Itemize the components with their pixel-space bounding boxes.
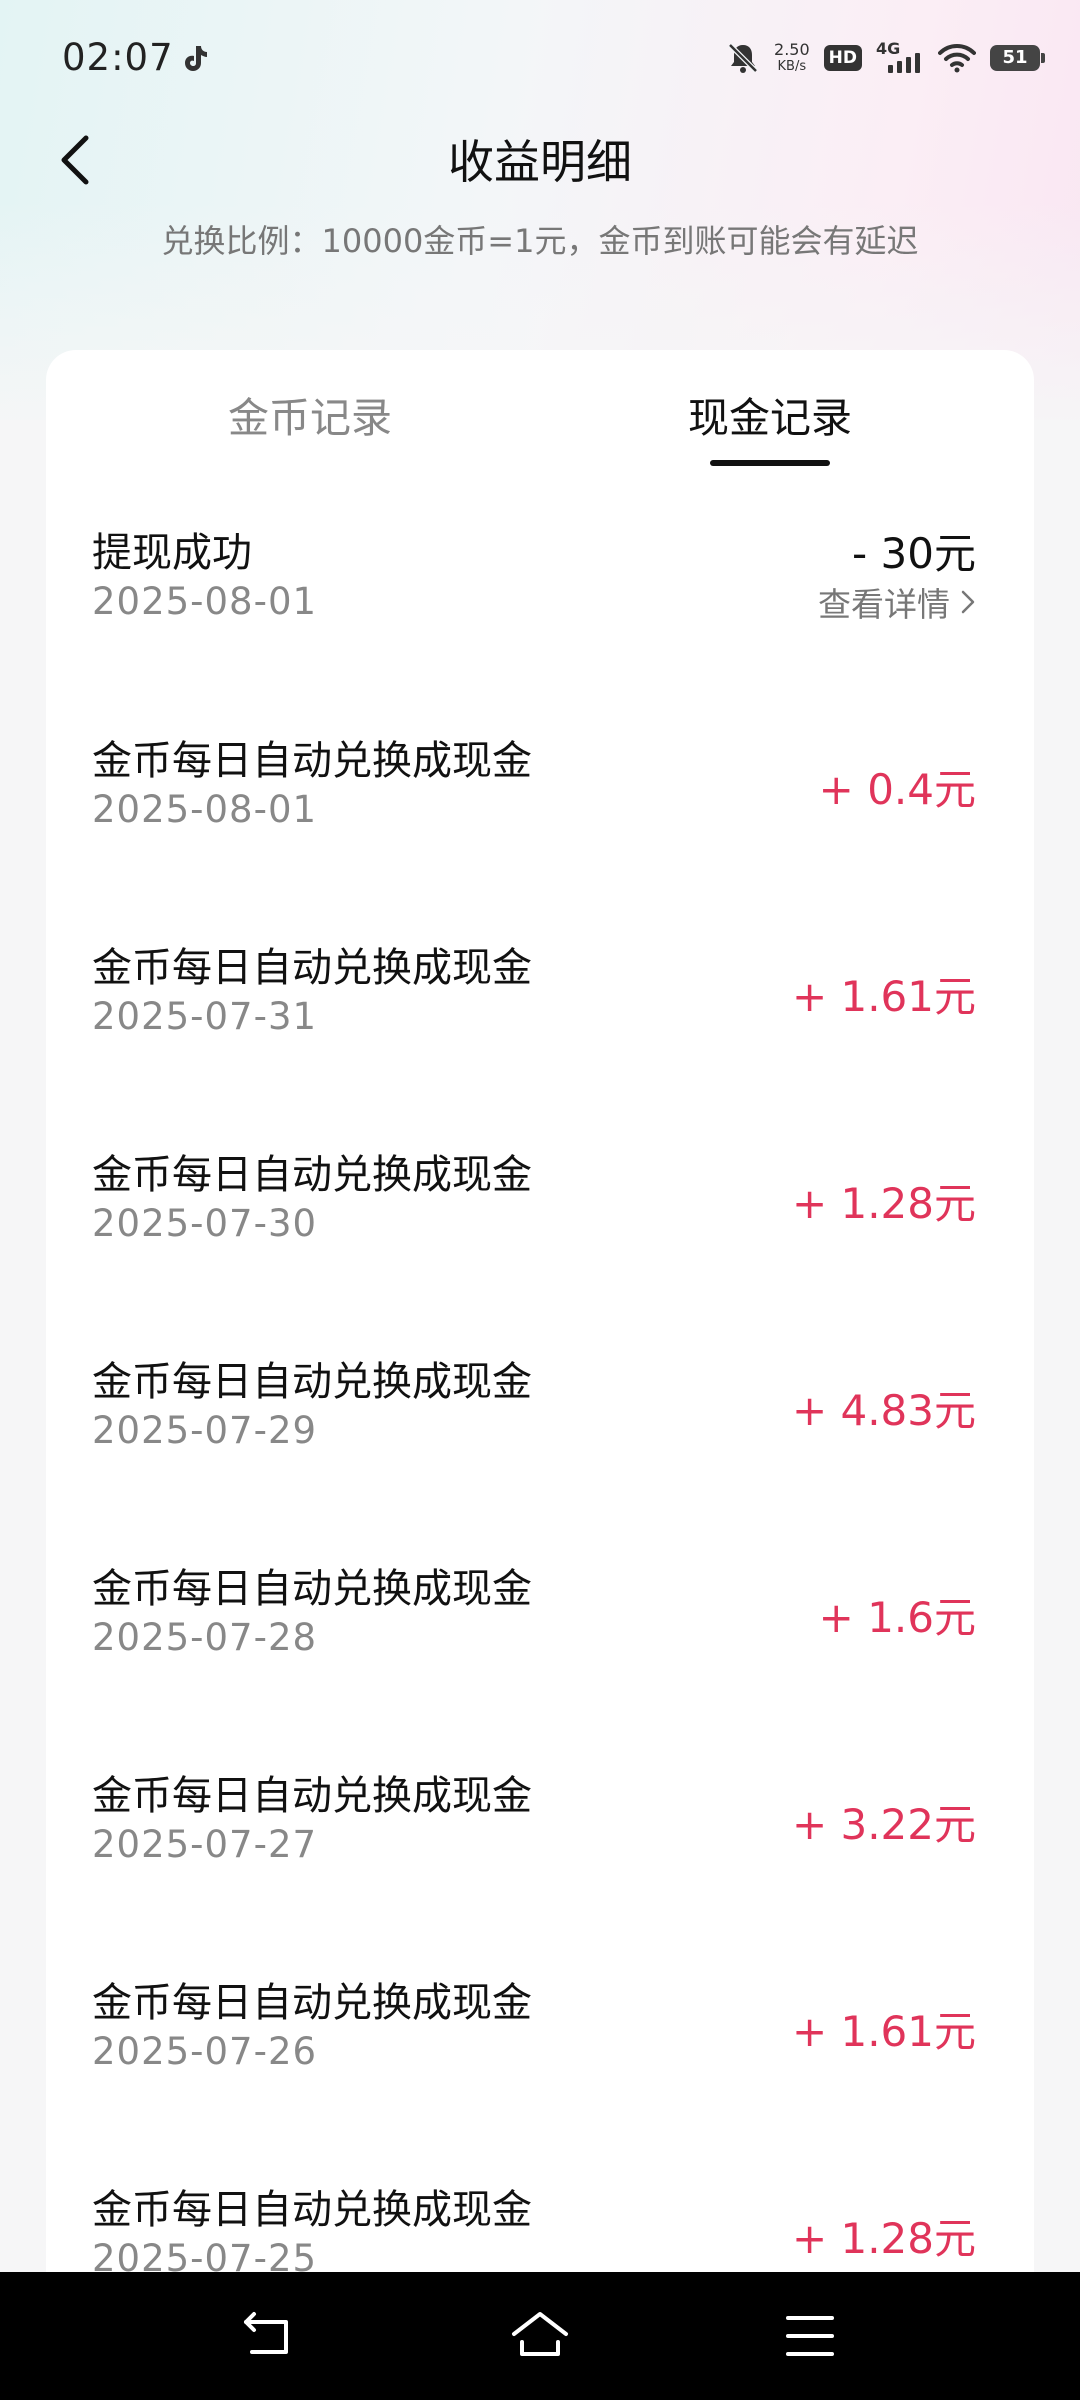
record-amount: + 1.61元 bbox=[791, 2007, 976, 2056]
record-amount: + 0.4元 bbox=[818, 765, 976, 814]
record-date: 2025-07-27 bbox=[92, 1823, 318, 1866]
system-navigation-bar bbox=[0, 2272, 1080, 2400]
list-item: 金币每日自动兑换成现金 2025-07-27 + 3.22元 bbox=[46, 1763, 1034, 1963]
record-date: 2025-07-31 bbox=[92, 995, 318, 1038]
record-date: 2025-07-30 bbox=[92, 1202, 318, 1245]
list-item: 金币每日自动兑换成现金 2025-07-31 + 1.61元 bbox=[46, 935, 1034, 1135]
hd-badge: HD bbox=[823, 45, 862, 71]
list-item: 金币每日自动兑换成现金 2025-07-29 + 4.83元 bbox=[46, 1349, 1034, 1549]
status-time: 02:07 bbox=[62, 36, 174, 79]
record-title: 金币每日自动兑换成现金 bbox=[92, 738, 532, 784]
cellular-signal-icon: 4G bbox=[876, 39, 924, 75]
record-title: 金币每日自动兑换成现金 bbox=[92, 1152, 532, 1198]
back-nav-icon[interactable] bbox=[240, 2308, 300, 2364]
record-amount: + 4.83元 bbox=[791, 1386, 976, 1435]
list-item: 金币每日自动兑换成现金 2025-07-28 + 1.6元 bbox=[46, 1556, 1034, 1756]
tab-coin-records[interactable]: 金币记录 bbox=[160, 384, 460, 444]
record-title: 提现成功 bbox=[92, 530, 252, 576]
home-nav-icon[interactable] bbox=[510, 2308, 570, 2364]
mute-bell-icon bbox=[728, 43, 758, 73]
page-title: 收益明细 bbox=[448, 135, 632, 189]
exchange-rate-note: 兑换比例：10000金币=1元，金币到账可能会有延迟 bbox=[161, 222, 919, 260]
record-title: 金币每日自动兑换成现金 bbox=[92, 1566, 532, 1612]
list-item: 金币每日自动兑换成现金 2025-07-26 + 1.61元 bbox=[46, 1970, 1034, 2170]
status-icons: 2.50 KB/s HD 4G 51 bbox=[726, 38, 1045, 78]
wifi-icon bbox=[938, 43, 976, 73]
record-title: 金币每日自动兑换成现金 bbox=[92, 1359, 532, 1405]
network-speed-value: 2.50 bbox=[774, 40, 810, 59]
menu-nav-icon[interactable] bbox=[780, 2308, 840, 2364]
record-amount: - 30元 bbox=[852, 529, 976, 578]
status-bar: 02:07 2.50 KB/s HD 4G 51 bbox=[0, 0, 1080, 120]
view-details-label: 查看详情 bbox=[818, 585, 950, 624]
record-date: 2025-08-01 bbox=[92, 580, 318, 623]
records-card: 金币记录 现金记录 提现成功 2025-08-01 - 30元 查看详情 金币每… bbox=[46, 350, 1034, 2400]
record-amount: + 1.28元 bbox=[791, 1179, 976, 1228]
record-title: 金币每日自动兑换成现金 bbox=[92, 2187, 532, 2233]
record-amount: + 1.61元 bbox=[791, 972, 976, 1021]
record-date: 2025-07-28 bbox=[92, 1616, 318, 1659]
record-amount: + 1.28元 bbox=[791, 2214, 976, 2263]
list-item: 金币每日自动兑换成现金 2025-08-01 + 0.4元 bbox=[46, 728, 1034, 928]
record-date: 2025-07-29 bbox=[92, 1409, 318, 1452]
record-title: 金币每日自动兑换成现金 bbox=[92, 1773, 532, 1819]
record-date: 2025-07-26 bbox=[92, 2030, 318, 2073]
record-amount: + 3.22元 bbox=[791, 1800, 976, 1849]
record-title: 金币每日自动兑换成现金 bbox=[92, 945, 532, 991]
chevron-right-icon bbox=[961, 590, 975, 614]
withdrawal-record: 提现成功 2025-08-01 - 30元 查看详情 bbox=[46, 520, 1034, 720]
list-item: 金币每日自动兑换成现金 2025-07-30 + 1.28元 bbox=[46, 1142, 1034, 1342]
tiktok-notification-icon bbox=[185, 46, 207, 71]
active-tab-indicator bbox=[710, 460, 830, 466]
network-speed-unit: KB/s bbox=[777, 59, 807, 74]
view-details-link[interactable]: 查看详情 bbox=[818, 578, 976, 626]
battery-icon: 51 bbox=[990, 45, 1045, 71]
tab-cash-records[interactable]: 现金记录 bbox=[620, 384, 920, 444]
record-title: 金币每日自动兑换成现金 bbox=[92, 1980, 532, 2026]
record-amount: + 1.6元 bbox=[818, 1593, 976, 1642]
network-speed: 2.50 KB/s bbox=[774, 41, 810, 75]
record-date: 2025-08-01 bbox=[92, 788, 318, 831]
record-tabs: 金币记录 现金记录 bbox=[46, 350, 1034, 470]
